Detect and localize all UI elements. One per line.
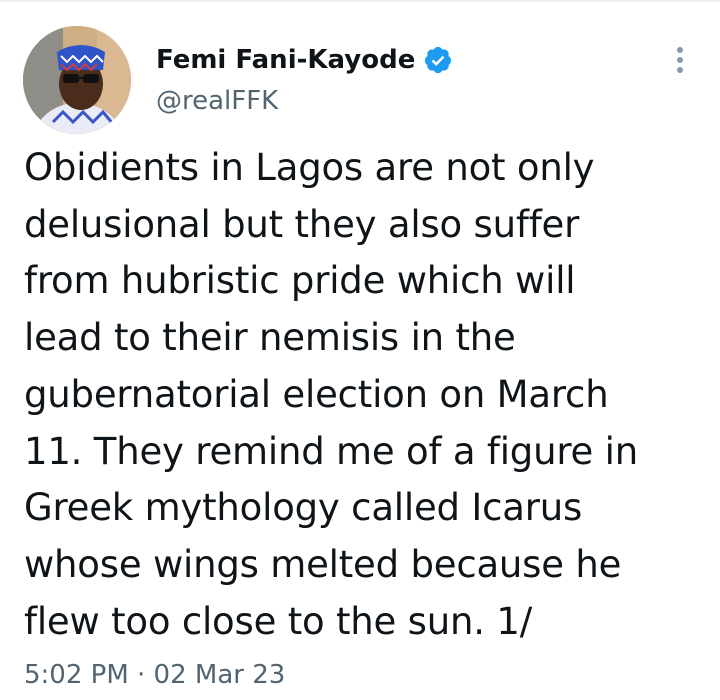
tweet-text-line: Obidients in Lagos are not only (24, 146, 595, 189)
tweet-card: Femi Fani-Kayode @realFFK Obidients in L… (0, 0, 720, 700)
profile-photo (23, 26, 131, 134)
more-dot (677, 67, 683, 73)
tweet-text-line: flew too close to the sun. 1/ (24, 599, 532, 643)
tweet-text-line: whose wings melted because he (24, 542, 622, 586)
author-name-row[interactable]: Femi Fani-Kayode (156, 40, 453, 80)
tweet-text: Obidients in Lagos are not only delusion… (24, 140, 704, 650)
tweet-text-line: gubernatorial election on March (24, 372, 609, 416)
author-handle[interactable]: @realFFK (156, 86, 278, 116)
author-display-name[interactable]: Femi Fani-Kayode (156, 45, 415, 75)
avatar[interactable] (23, 26, 131, 134)
tweet-timestamp[interactable]: 5:02 PM · 02 Mar 23 (24, 660, 285, 690)
more-options-icon[interactable] (668, 42, 692, 78)
tweet-text-line: from hubristic pride which will (24, 259, 576, 303)
tweet-text-line: 11. They remind me of a figure in (24, 429, 638, 473)
tweet-text-line: Greek mythology called Icarus (24, 486, 583, 530)
verified-badge-icon (423, 45, 453, 75)
more-dot (677, 57, 683, 63)
more-dot (677, 47, 683, 53)
tweet-text-line: delusional but they also suffer (24, 202, 580, 246)
tweet-text-line: lead to their nemisis in the (24, 316, 516, 360)
